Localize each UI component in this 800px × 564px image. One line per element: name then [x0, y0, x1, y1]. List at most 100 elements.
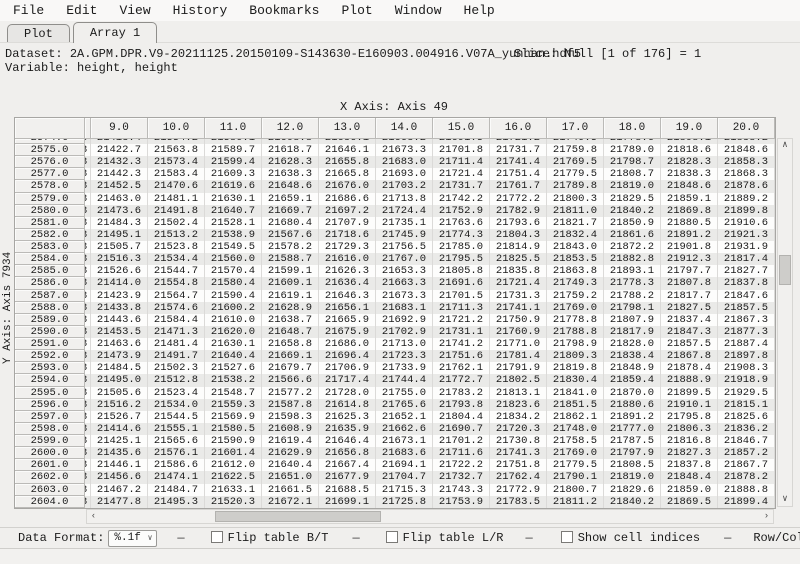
table-cell[interactable]: 21580.5: [205, 423, 262, 435]
table-cell[interactable]: 21728.0: [319, 387, 376, 399]
table-cell[interactable]: 21769.5: [547, 156, 604, 168]
table-cell[interactable]: 21630.1: [205, 338, 262, 350]
table-cell[interactable]: 21691.6: [433, 277, 490, 289]
table-cell[interactable]: 21835.8: [490, 265, 547, 277]
menu-bookmarks[interactable]: Bookmarks: [238, 1, 330, 21]
table-cell[interactable]: 21715.3: [376, 484, 433, 496]
table-cell[interactable]: 21814.9: [490, 241, 547, 253]
table-cell[interactable]: 21505.7: [91, 241, 148, 253]
table-cell[interactable]: 21735.1: [376, 217, 433, 229]
table-cell[interactable]: 21523.8: [148, 241, 205, 253]
row-header[interactable]: 2582.0: [15, 229, 85, 241]
menu-file[interactable]: File: [2, 1, 55, 21]
table-cell[interactable]: 21733.9: [376, 362, 433, 374]
table-cell[interactable]: 21505.6: [91, 387, 148, 399]
table-cell[interactable]: 21759.8: [547, 144, 604, 156]
table-cell[interactable]: 21817.7: [661, 290, 718, 302]
table-cell[interactable]: 21749.5: [547, 139, 604, 144]
table-cell[interactable]: 21758.5: [547, 435, 604, 447]
table-cell[interactable]: 21495.0: [91, 374, 148, 386]
table-cell[interactable]: 21800.7: [547, 484, 604, 496]
table-cell[interactable]: 21721.2: [433, 314, 490, 326]
table-cell[interactable]: 21782.9: [490, 205, 547, 217]
table-cell[interactable]: 21638.7: [262, 314, 319, 326]
table-cell[interactable]: 21827.5: [661, 302, 718, 314]
table-cell[interactable]: 21889.2: [718, 193, 775, 205]
table-cell[interactable]: 21651.0: [262, 471, 319, 483]
table-cell[interactable]: 21566.6: [262, 374, 319, 386]
table-cell[interactable]: 21538.2: [205, 374, 262, 386]
table-cell[interactable]: 21679.7: [262, 362, 319, 374]
table-cell[interactable]: 21806.3: [661, 423, 718, 435]
table-cell[interactable]: 21599.4: [205, 156, 262, 168]
table-cell[interactable]: 21699.1: [319, 496, 376, 508]
table-cell[interactable]: 21646.4: [319, 435, 376, 447]
table-cell[interactable]: 21690.7: [433, 423, 490, 435]
table-cell[interactable]: 21640.4: [205, 350, 262, 362]
table-cell[interactable]: 21725.8: [376, 496, 433, 508]
table-cell[interactable]: 21751.4: [490, 168, 547, 180]
flip-lr-checkbox[interactable]: [386, 531, 398, 543]
table-cell[interactable]: 21555.1: [148, 423, 205, 435]
table-cell[interactable]: 21701.5: [433, 290, 490, 302]
table-cell[interactable]: 21788.2: [604, 290, 661, 302]
table-cell[interactable]: 21868.3: [718, 168, 775, 180]
table-cell[interactable]: 21703.2: [376, 180, 433, 192]
table-cell[interactable]: 21817.4: [718, 253, 775, 265]
table-cell[interactable]: 21863.8: [547, 265, 604, 277]
table-cell[interactable]: 21526.6: [91, 265, 148, 277]
row-header[interactable]: 2577.0: [15, 168, 85, 180]
table-cell[interactable]: 21910.6: [718, 217, 775, 229]
row-header[interactable]: 2597.0: [15, 411, 85, 423]
table-cell[interactable]: 21838.2: [718, 139, 775, 144]
table-cell[interactable]: 21423.9: [91, 290, 148, 302]
table-cell[interactable]: 21648.6: [262, 180, 319, 192]
table-cell[interactable]: 21807.9: [604, 314, 661, 326]
table-cell[interactable]: 21570.4: [205, 265, 262, 277]
table-cell[interactable]: 21701.8: [433, 144, 490, 156]
table-cell[interactable]: 21422.7: [91, 144, 148, 156]
table-cell[interactable]: 21878.4: [661, 362, 718, 374]
table-cell[interactable]: 21798.1: [604, 302, 661, 314]
table-cell[interactable]: 21484.5: [91, 362, 148, 374]
table-cell[interactable]: 21867.7: [718, 459, 775, 471]
table-cell[interactable]: 21825.6: [718, 411, 775, 423]
table-cell[interactable]: 21813.1: [490, 387, 547, 399]
table-cell[interactable]: 21841.0: [547, 387, 604, 399]
table-cell[interactable]: 21778.8: [547, 314, 604, 326]
table-cell[interactable]: 21564.7: [148, 290, 205, 302]
table-cell[interactable]: 21618.7: [262, 144, 319, 156]
row-header[interactable]: 2601.0: [15, 459, 85, 471]
table-cell[interactable]: 21859.1: [661, 193, 718, 205]
horizontal-scroll-thumb[interactable]: [215, 511, 381, 522]
table-cell[interactable]: 21599.1: [262, 265, 319, 277]
table-cell[interactable]: 21862.1: [547, 411, 604, 423]
row-header[interactable]: 2593.0: [15, 362, 85, 374]
menu-help[interactable]: Help: [453, 1, 506, 21]
table-cell[interactable]: 21491.8: [148, 205, 205, 217]
table-cell[interactable]: 21577.2: [262, 387, 319, 399]
table-cell[interactable]: 21815.1: [718, 399, 775, 411]
column-header[interactable]: 17.0: [547, 118, 604, 139]
table-cell[interactable]: 21697.2: [319, 205, 376, 217]
row-header[interactable]: 2587.0: [15, 290, 85, 302]
table-cell[interactable]: 21640.7: [205, 205, 262, 217]
table-cell[interactable]: 21859.0: [661, 484, 718, 496]
table-cell[interactable]: 21573.4: [148, 156, 205, 168]
column-header[interactable]: 16.0: [490, 118, 547, 139]
table-cell[interactable]: 21729.3: [319, 241, 376, 253]
vertical-scrollbar[interactable]: ∧ ∨: [777, 138, 793, 507]
table-cell[interactable]: 21848.4: [661, 471, 718, 483]
table-cell[interactable]: 21609.3: [205, 168, 262, 180]
table-cell[interactable]: 21653.3: [376, 265, 433, 277]
table-cell[interactable]: 21693.0: [376, 168, 433, 180]
table-cell[interactable]: 21848.6: [661, 180, 718, 192]
table-cell[interactable]: 21825.5: [490, 253, 547, 265]
table-cell[interactable]: 21413.4: [91, 139, 148, 144]
table-cell[interactable]: 21655.8: [319, 156, 376, 168]
table-cell[interactable]: 21751.6: [433, 350, 490, 362]
table-cell[interactable]: 21512.8: [148, 374, 205, 386]
table-cell[interactable]: 21893.1: [604, 265, 661, 277]
column-header[interactable]: 15.0: [433, 118, 490, 139]
table-cell[interactable]: 21777.0: [604, 423, 661, 435]
